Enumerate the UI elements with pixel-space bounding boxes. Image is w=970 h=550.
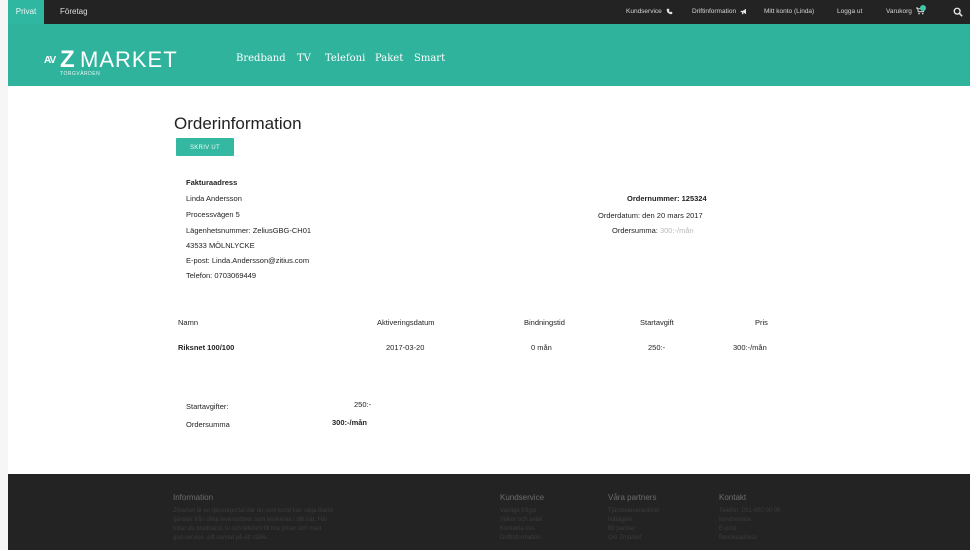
phone-icon: [666, 8, 672, 15]
logga-ut-link[interactable]: Logga ut: [837, 0, 862, 24]
footer-text-line: E-post: [719, 526, 737, 532]
table-cell-binding: 0 mån: [531, 343, 552, 352]
table-cell-activation: 2017-03-20: [386, 343, 425, 352]
footer-text-line: hittar du bredband, tv och telefoni till…: [173, 526, 322, 532]
order-number-label: Ordernummer:: [627, 194, 680, 203]
driftinformation-link[interactable]: Driftinformation: [692, 0, 748, 24]
megaphone-icon: [740, 8, 746, 14]
footer-heading-partners: Våra partners: [608, 493, 657, 502]
footer-text-line: kundservice: [719, 517, 752, 523]
order-number: Ordernummer: 125324: [627, 194, 707, 203]
footer-link[interactable]: Bli partner: [608, 526, 635, 532]
logo-wordmark[interactable]: MARKET: [80, 48, 178, 72]
logo-mark: AV: [44, 55, 56, 66]
varukorg-link[interactable]: Varukorg: [886, 0, 925, 24]
footer-link[interactable]: Om Zmarket: [608, 535, 641, 541]
footer-link[interactable]: Villkor och avtal: [500, 517, 542, 523]
tab-foretag[interactable]: Företag: [60, 0, 88, 24]
kundservice-link[interactable]: Kundservice: [626, 0, 673, 24]
billing-line: 43533 MÖLNLYCKE: [186, 241, 255, 250]
table-cell-price: 300:-/mån: [733, 343, 767, 352]
table-header-aktiveringsdatum: Aktiveringsdatum: [377, 318, 435, 327]
footer-link[interactable]: Vanliga frågor: [500, 508, 537, 514]
ordersum-value: 300:-/mån: [332, 418, 368, 427]
logo-z[interactable]: Z: [60, 48, 75, 72]
table-header-pris: Pris: [755, 318, 768, 327]
top-bar: [8, 0, 970, 24]
billing-line: E-post: Linda.Andersson@zitius.com: [186, 256, 310, 265]
footer-link[interactable]: Nätägare: [608, 517, 633, 523]
search-button[interactable]: [949, 4, 967, 20]
varukorg-label: Varukorg: [886, 8, 912, 15]
table-header-bindningstid: Bindningstid: [524, 318, 565, 327]
nav-tv[interactable]: TV: [297, 53, 311, 64]
footer-heading-kontakt: Kontakt: [719, 493, 747, 502]
tab-privat[interactable]: Privat: [8, 0, 44, 24]
footer-link[interactable]: Tjänsteleverantörer: [608, 508, 660, 514]
footer-text-line: tjänster från olika leverantörer som lev…: [173, 517, 328, 523]
ordersum-label: Ordersumma: [186, 420, 230, 429]
footer-text-line: Telefon: 031-000 00 00: [719, 508, 781, 514]
nav-smart[interactable]: Smart: [414, 53, 445, 64]
billing-line: Telefon: 0703069449: [186, 271, 257, 280]
page-title: Orderinformation: [174, 114, 302, 133]
footer-text-line: god service, allt samlat på ett ställe.: [173, 535, 269, 541]
order-sum-value: 300:-/mån: [659, 226, 694, 235]
billing-line: Linda Andersson: [186, 194, 242, 203]
startfee-label: Startavgifter:: [186, 402, 229, 411]
order-number-value: 125324: [681, 194, 707, 203]
nav-paket[interactable]: Paket: [375, 53, 403, 64]
order-sum-label: Ordersumma:: [612, 226, 658, 235]
driftinformation-label: Driftinformation: [692, 8, 737, 15]
footer-heading-information: Information: [173, 493, 214, 502]
search-icon: [953, 7, 963, 17]
table-header-namn: Namn: [178, 318, 199, 327]
table-cell-startfee: 250:-: [648, 343, 666, 352]
table-header-startavgift: Startavgift: [640, 318, 674, 327]
cart-count-badge: [920, 5, 926, 11]
footer-text-line: Besöksadress: [719, 535, 757, 541]
billing-heading: Fakturaadress: [186, 178, 238, 187]
billing-line: Processvägen 5: [186, 210, 240, 219]
footer-link[interactable]: Kontakta oss: [500, 526, 535, 532]
print-button[interactable]: SKRIV UT: [176, 138, 234, 156]
order-sum: Ordersumma: 300:-/mån: [612, 226, 694, 235]
logo-subtitle: TORGVÄRDEN: [60, 71, 101, 77]
startfee-value: 250:-: [354, 400, 372, 409]
mitt-konto-link[interactable]: Mitt konto (Linda): [764, 0, 814, 24]
table-cell-name: Riksnet 100/100: [178, 343, 235, 352]
order-date: Orderdatum: den 20 mars 2017: [598, 211, 703, 220]
footer-heading-kundservice: Kundservice: [500, 493, 545, 502]
nav-bredband[interactable]: Bredband: [236, 53, 286, 64]
footer-link[interactable]: Driftinformation: [500, 535, 541, 541]
footer-text-line: Zmarket är en tjänsteportal där du som k…: [173, 508, 333, 514]
kundservice-label: Kundservice: [626, 8, 662, 15]
site-footer: [8, 474, 970, 550]
nav-telefoni[interactable]: Telefoni: [325, 53, 365, 64]
billing-line: Lägenhetsnummer: ZeliusGBG-CH01: [186, 226, 312, 235]
